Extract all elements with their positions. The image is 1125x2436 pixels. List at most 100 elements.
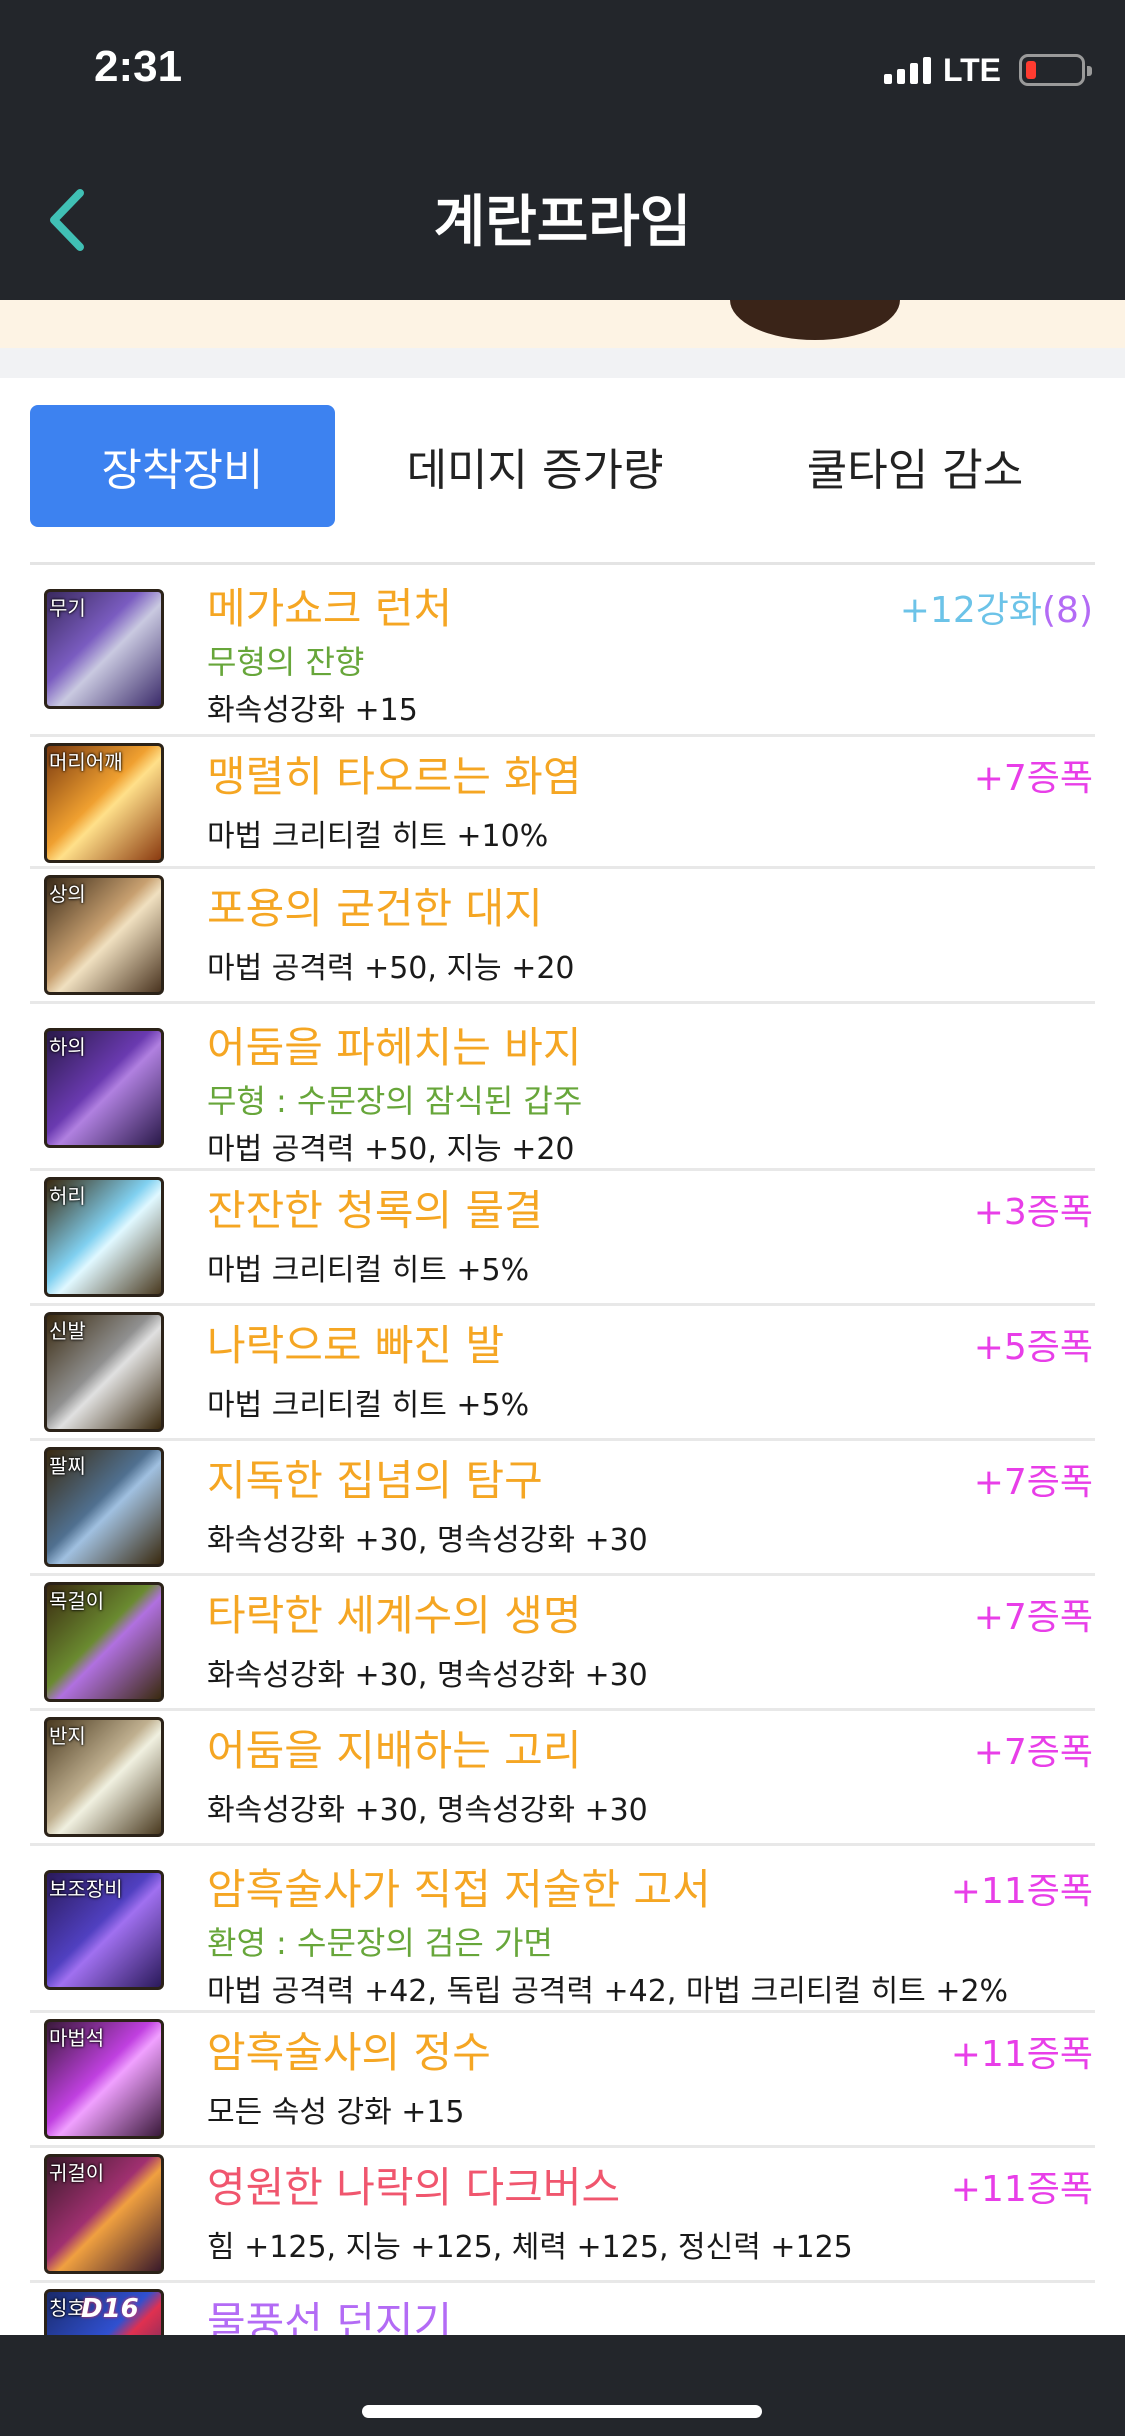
grade-value: +12강화 — [899, 590, 1042, 631]
grade-value: +3증폭 — [973, 1192, 1093, 1233]
item-name: 어둠을 지배하는 고리 — [207, 1726, 582, 1775]
slot-label: 보조장비 — [49, 1877, 123, 1901]
item-icon: 신발 — [44, 1312, 164, 1432]
item-stat: 마법 크리티컬 히트 +5% — [207, 1253, 530, 1288]
grade-value: +7증폭 — [973, 1597, 1093, 1638]
equipment-row[interactable]: 무기 메가쇼크 런처무형의 잔향화속성강화 +15 +12강화(8) — [30, 565, 1095, 737]
section-divider — [0, 348, 1125, 378]
equipment-row[interactable]: 반지 어둠을 지배하는 고리화속성강화 +30, 명속성강화 +30 +7증폭 — [30, 1711, 1095, 1846]
item-grade: +3증폭 — [974, 1183, 1093, 1235]
item-grade: +7증폭 — [974, 1723, 1093, 1775]
equipment-row[interactable]: 하의 어둠을 파헤치는 바지무형 : 수문장의 잠식된 갑주마법 공격력 +50,… — [30, 1004, 1095, 1171]
slot-label: 반지 — [49, 1724, 86, 1748]
item-stat: 화속성강화 +15 — [207, 693, 418, 728]
grade-value: +7증폭 — [973, 1462, 1093, 1503]
slot-label: 팔찌 — [49, 1454, 86, 1478]
item-stat: 마법 공격력 +50, 지능 +20 — [207, 951, 575, 986]
item-grade: +11증폭 — [951, 1862, 1093, 1914]
bottom-bar — [0, 2335, 1125, 2436]
item-grade: +5증폭 — [974, 1318, 1093, 1370]
tab-equipment[interactable]: 장착장비 — [30, 405, 335, 527]
status-indicators: LTE — [883, 51, 1092, 88]
item-stat: 마법 크리티컬 히트 +5% — [207, 1388, 530, 1423]
tab-bar: 장착장비 데미지 증가량 쿨타임 감소 — [30, 405, 1095, 527]
item-name: 지독한 집념의 탐구 — [207, 1456, 543, 1505]
item-icon: 팔찌 — [44, 1447, 164, 1567]
item-name: 타락한 세계수의 생명 — [207, 1591, 582, 1640]
item-icon: 귀걸이 — [44, 2154, 164, 2274]
equipment-row[interactable]: 보조장비 암흑술사가 직접 저술한 고서환영 : 수문장의 검은 가면마법 공격력… — [30, 1846, 1095, 2013]
slot-label: 신발 — [49, 1319, 86, 1343]
slot-label: 마법석 — [49, 2026, 105, 2050]
status-bar: 2:31 LTE — [0, 0, 1125, 135]
item-grade: +12강화(8) — [900, 581, 1093, 633]
character-banner — [0, 300, 1125, 348]
item-stat: 화속성강화 +30, 명속성강화 +30 — [207, 1793, 648, 1828]
item-grade: +7증폭 — [974, 749, 1093, 801]
item-icon: 마법석 — [44, 2019, 164, 2139]
grade-extra: (8) — [1042, 590, 1093, 631]
navigation-bar: 계란프라임 — [0, 135, 1125, 300]
grade-value: +7증폭 — [973, 758, 1093, 799]
equipment-row[interactable]: 상의 포용의 굳건한 대지마법 공격력 +50, 지능 +20 — [30, 869, 1095, 1004]
slot-label: 목걸이 — [49, 1589, 105, 1613]
item-name: 암흑술사의 정수 — [207, 2028, 491, 2077]
grade-value: +7증폭 — [973, 1732, 1093, 1773]
equipment-row[interactable]: 머리어깨 맹렬히 타오르는 화염마법 크리티컬 히트 +10% +7증폭 — [30, 737, 1095, 869]
item-name: 영원한 나락의 다크버스 — [207, 2163, 621, 2212]
item-icon: 무기 — [44, 589, 164, 709]
item-grade: +11증폭 — [951, 2025, 1093, 2077]
slot-label: 상의 — [49, 882, 86, 906]
item-stat: 모든 속성 강화 +15 — [207, 2095, 465, 2130]
grade-value: +11증폭 — [950, 1871, 1093, 1912]
grade-value: +11증폭 — [950, 2169, 1093, 2210]
equipment-row[interactable]: 목걸이 타락한 세계수의 생명화속성강화 +30, 명속성강화 +30 +7증폭 — [30, 1576, 1095, 1711]
network-type: LTE — [942, 51, 1001, 88]
item-subtitle: 무형 : 수문장의 잠식된 갑주 — [207, 1082, 583, 1120]
item-name: 잔잔한 청록의 물결 — [207, 1186, 543, 1235]
item-stat: 화속성강화 +30, 명속성강화 +30 — [207, 1658, 648, 1693]
item-subtitle: 환영 : 수문장의 검은 가면 — [207, 1924, 553, 1962]
item-stat: 마법 공격력 +50, 지능 +20 — [207, 1132, 575, 1167]
item-name: 나락으로 빠진 발 — [207, 1321, 505, 1370]
slot-label: 귀걸이 — [49, 2161, 105, 2185]
slot-label: 무기 — [49, 596, 86, 620]
item-stat: 마법 크리티컬 히트 +10% — [207, 819, 549, 854]
item-stat: 마법 공격력 +42, 독립 공격력 +42, 마법 크리티컬 히트 +2% — [207, 1974, 1009, 2009]
item-icon: 반지 — [44, 1717, 164, 1837]
slot-label: 머리어깨 — [49, 750, 123, 774]
tab-cooldown-reduction[interactable]: 쿨타임 감소 — [735, 405, 1095, 527]
equipment-row[interactable]: 칭호 D16 물풍선 던지기 — [30, 2283, 1095, 2343]
item-name: 암흑술사가 직접 저술한 고서 — [207, 1865, 711, 1914]
item-subtitle: 무형의 잔향 — [207, 643, 365, 681]
item-name: 포용의 굳건한 대지 — [207, 884, 543, 933]
item-grade: +11증폭 — [951, 2160, 1093, 2212]
home-indicator[interactable] — [362, 2405, 762, 2418]
character-image-fragment — [730, 300, 900, 340]
slot-label: 하의 — [49, 1035, 86, 1059]
item-stat: 힘 +125, 지능 +125, 체력 +125, 정신력 +125 — [207, 2230, 853, 2265]
item-icon: 보조장비 — [44, 1870, 164, 1990]
equipment-row[interactable]: 신발 나락으로 빠진 발마법 크리티컬 히트 +5% +5증폭 — [30, 1306, 1095, 1441]
icon-badge-text: D16 — [81, 2294, 139, 2324]
equipment-row[interactable]: 마법석 암흑술사의 정수모든 속성 강화 +15 +11증폭 — [30, 2013, 1095, 2148]
status-time: 2:31 — [94, 42, 183, 91]
item-icon: 허리 — [44, 1177, 164, 1297]
grade-value: +11증폭 — [950, 2034, 1093, 2075]
item-grade: +7증폭 — [974, 1453, 1093, 1505]
item-icon: 머리어깨 — [44, 743, 164, 863]
battery-icon — [1019, 54, 1092, 86]
item-name: 맹렬히 타오르는 화염 — [207, 752, 582, 801]
item-icon: 목걸이 — [44, 1582, 164, 1702]
item-grade: +7증폭 — [974, 1588, 1093, 1640]
grade-value: +5증폭 — [973, 1327, 1093, 1368]
tab-damage-increase[interactable]: 데미지 증가량 — [335, 405, 735, 527]
item-name: 어둠을 파헤치는 바지 — [207, 1023, 582, 1072]
item-stat: 화속성강화 +30, 명속성강화 +30 — [207, 1523, 648, 1558]
equipment-row[interactable]: 팔찌 지독한 집념의 탐구화속성강화 +30, 명속성강화 +30 +7증폭 — [30, 1441, 1095, 1576]
item-name: 메가쇼크 런처 — [207, 584, 453, 633]
cellular-signal-icon — [883, 56, 931, 84]
item-icon: 상의 — [44, 875, 164, 995]
equipment-row[interactable]: 허리 잔잔한 청록의 물결마법 크리티컬 히트 +5% +3증폭 — [30, 1171, 1095, 1306]
equipment-row[interactable]: 귀걸이 영원한 나락의 다크버스힘 +125, 지능 +125, 체력 +125,… — [30, 2148, 1095, 2283]
